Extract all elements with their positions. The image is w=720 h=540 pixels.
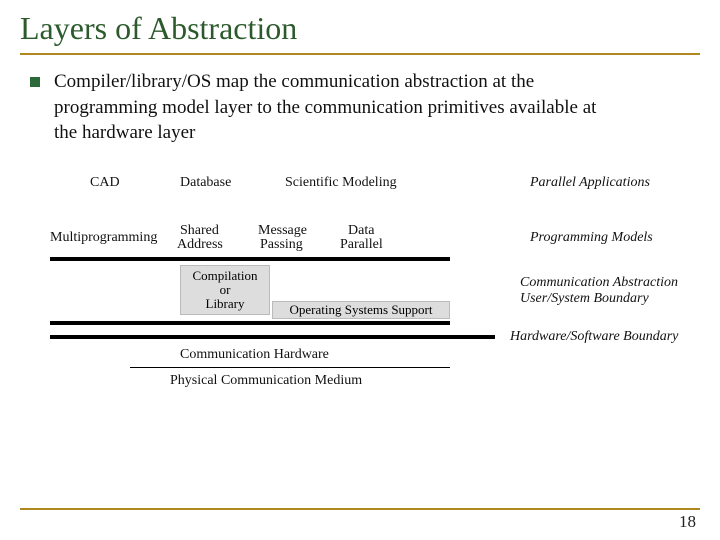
label-physical-medium: Physical Communication Medium (170, 373, 362, 389)
label-comm-abstraction: Communication Abstraction (520, 275, 678, 291)
bullet-item: Compiler/library/OS map the communicatio… (0, 55, 720, 156)
divider-line (130, 367, 450, 368)
label-cad: CAD (90, 175, 120, 191)
bullet-text: Compiler/library/OS map the communicatio… (54, 69, 614, 146)
label-address: Address (177, 237, 223, 253)
label-parallel: Parallel (340, 237, 383, 253)
divider-line (50, 257, 165, 261)
square-bullet-icon (30, 77, 40, 87)
label-passing: Passing (260, 237, 303, 253)
label-database: Database (180, 175, 231, 191)
label-hw-sw-boundary: Hardware/Software Boundary (510, 329, 678, 345)
page-number: 18 (679, 512, 696, 532)
label-scientific-modeling: Scientific Modeling (285, 175, 397, 191)
footer-divider (20, 508, 700, 510)
slide-title: Layers of Abstraction (0, 0, 720, 53)
label-user-system-boundary: User/System Boundary (520, 291, 649, 307)
divider-line (50, 335, 495, 339)
box-compilation-library: Compilation or Library (180, 265, 270, 315)
layers-diagram: CAD Database Scientific Modeling Paralle… (50, 175, 670, 465)
label-multiprogramming: Multiprogramming (50, 230, 157, 246)
label-parallel-applications: Parallel Applications (530, 175, 650, 191)
label-comm-hardware: Communication Hardware (180, 347, 329, 363)
box-os-support: Operating Systems Support (272, 301, 450, 319)
divider-line (50, 321, 450, 325)
divider-line (165, 257, 450, 261)
label-programming-models: Programming Models (530, 230, 653, 246)
